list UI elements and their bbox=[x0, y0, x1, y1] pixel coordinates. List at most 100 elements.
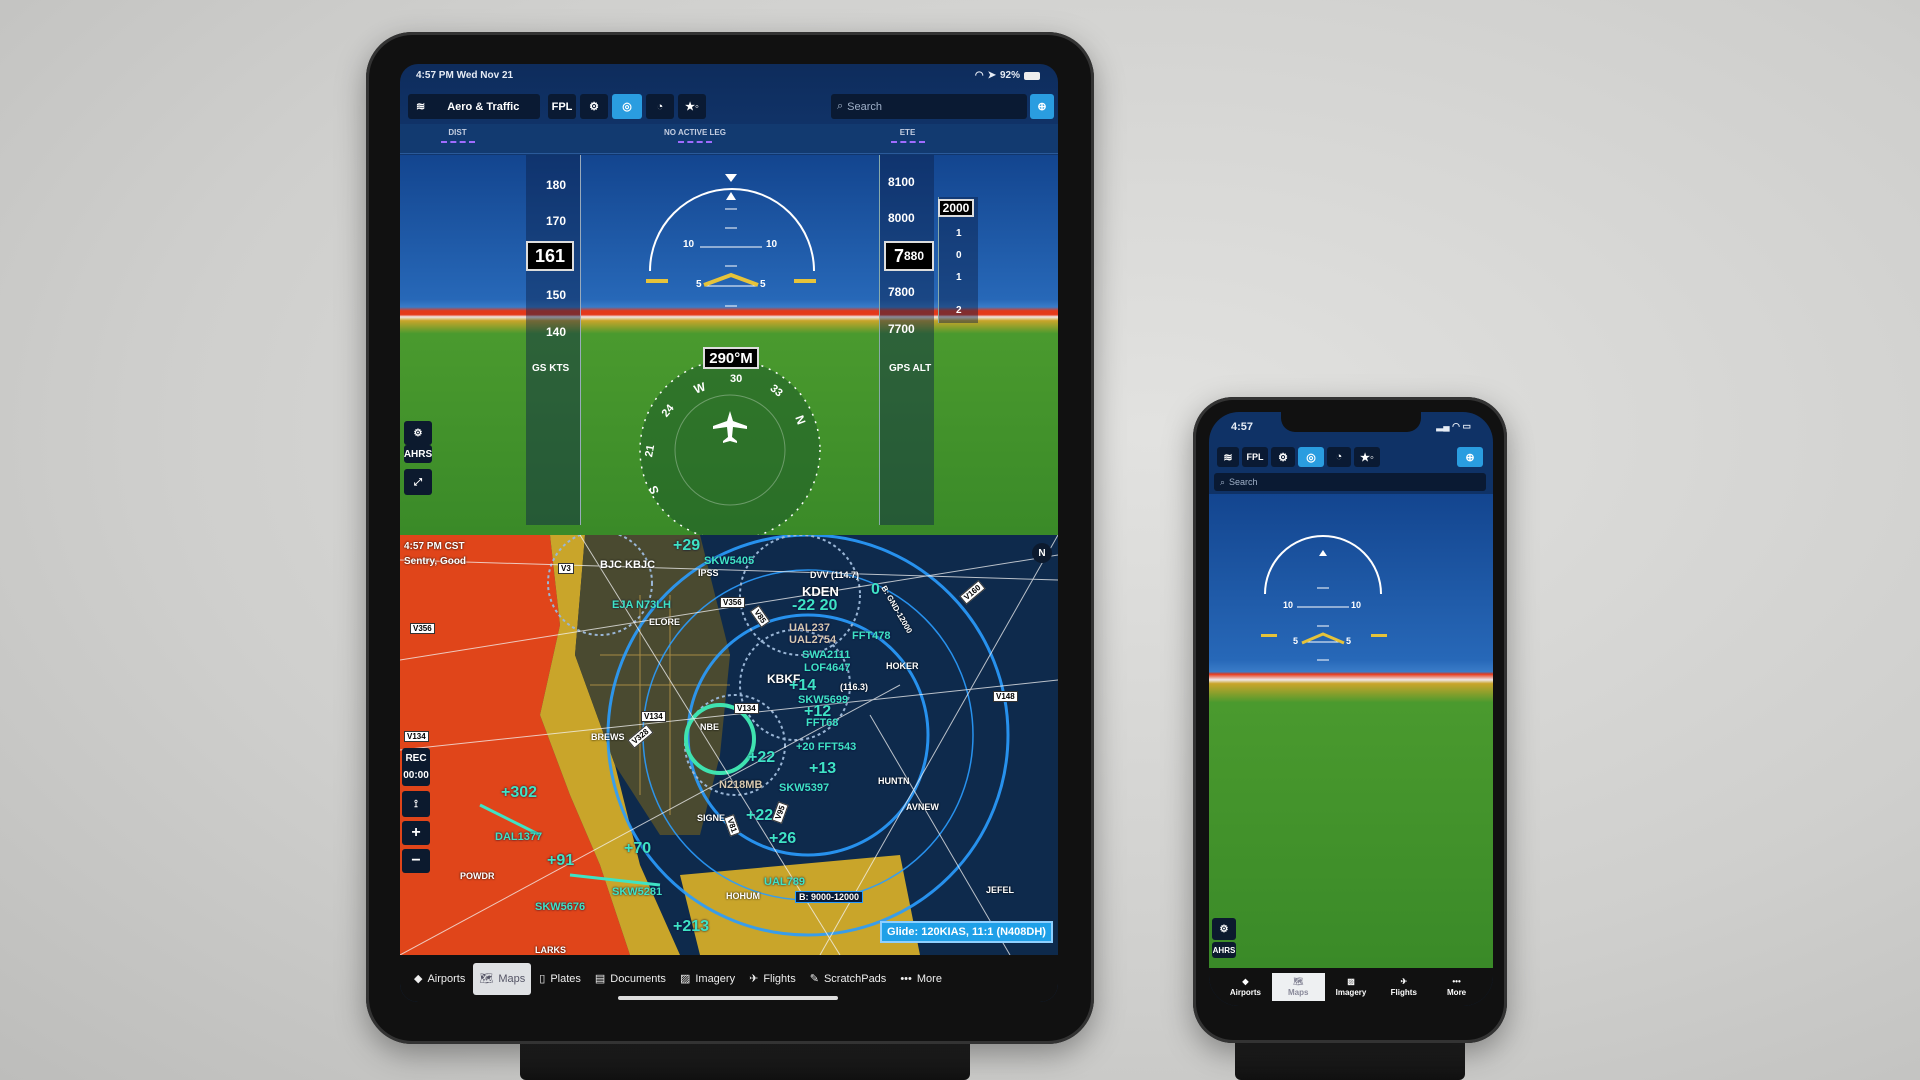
traffic-label: +26 bbox=[769, 830, 797, 847]
waypoint-label: ELORE bbox=[649, 617, 681, 627]
airway-label: V356 bbox=[410, 623, 435, 634]
imagery-icon: ▨ bbox=[679, 973, 691, 985]
phone-tab-bar: ◆ Airports 🗺︎ Maps ▨ Imagery ✈ Flights ••• Mo… bbox=[1209, 968, 1493, 1006]
airport-icon: ◆ bbox=[414, 973, 423, 985]
north-up-button[interactable]: N bbox=[1032, 543, 1052, 563]
crosshair-icon: ⊕ bbox=[1465, 451, 1475, 464]
traffic-label: +70 bbox=[624, 840, 652, 857]
star-clock-icon: ★◦ bbox=[685, 101, 699, 113]
tab-label: Imagery bbox=[695, 972, 736, 985]
tab-label: Imagery bbox=[1335, 988, 1367, 997]
tab-maps[interactable]: 🗺︎ Maps bbox=[473, 962, 532, 995]
tab-imagery[interactable]: ▨ Imagery bbox=[674, 963, 741, 995]
search-icon: ⌕ bbox=[837, 100, 844, 112]
wifi-icon: ◠ bbox=[974, 70, 984, 81]
home-indicator bbox=[618, 996, 838, 1000]
document-icon: ▤ bbox=[594, 973, 606, 985]
sv-settings-button[interactable]: ⚙ bbox=[1212, 918, 1236, 940]
globe-icon: ◎ bbox=[1306, 451, 1316, 464]
tab-label: Flights bbox=[1390, 988, 1417, 997]
vor-label: DVV (114.7) bbox=[810, 570, 860, 580]
traffic-label: SKW5397 bbox=[779, 782, 830, 794]
settings-button[interactable]: ⚙ bbox=[1271, 447, 1295, 467]
alt-tick: 7700 bbox=[888, 322, 915, 336]
center-location-button[interactable]: ⊕ bbox=[1457, 447, 1483, 467]
tab-flights[interactable]: ✈ Flights bbox=[1377, 973, 1430, 1001]
center-location-button[interactable]: ⊕ bbox=[1030, 94, 1054, 119]
traffic-label: N218MB bbox=[719, 779, 763, 791]
moving-map[interactable]: 4:57 PM CST Sentry, Good V3 V356 BJC KBJ… bbox=[400, 535, 1058, 955]
tab-airports[interactable]: ◆ Airports bbox=[1219, 973, 1272, 1001]
route-icon: ⟟ bbox=[414, 798, 418, 810]
rec-time: 00:00 bbox=[403, 770, 429, 781]
vsi-tick: 1 bbox=[956, 228, 962, 239]
layer-selector-label: Aero & Traffic bbox=[447, 100, 520, 113]
alt-tick: 8000 bbox=[888, 211, 915, 225]
ahrs-button[interactable]: AHRS bbox=[1212, 942, 1236, 958]
tab-scratchpads[interactable]: ✎ ScratchPads bbox=[804, 963, 893, 995]
nav-ete: ETE bbox=[890, 128, 925, 143]
pitch-10-right: 10 bbox=[1351, 600, 1362, 610]
tab-label: Documents bbox=[610, 972, 666, 985]
battery-percent: 92% bbox=[999, 70, 1020, 81]
traffic-label: +213 bbox=[673, 918, 710, 935]
layers-button[interactable]: ≋ bbox=[1217, 447, 1239, 467]
tab-more[interactable]: ••• More bbox=[894, 963, 948, 995]
waypoint-label: HUNTN bbox=[878, 776, 910, 786]
record-button[interactable]: REC 00:00 bbox=[402, 748, 430, 786]
zoom-in-button[interactable]: + bbox=[402, 821, 430, 845]
glide-advisory: Glide: 120KIAS, 11:1 (N408DH) bbox=[880, 921, 1053, 943]
airspeed-tape bbox=[526, 155, 581, 525]
route-button[interactable]: ⟟ bbox=[402, 791, 430, 817]
nav-dist: DIST bbox=[440, 128, 475, 143]
waypoint-label: HOHUM bbox=[726, 891, 760, 901]
synthetic-vision-button[interactable]: ◎ bbox=[612, 94, 642, 119]
waypoint-label: HOKER bbox=[886, 661, 919, 671]
tablet-screen: 4:57 PM Wed Nov 21 ◠ ➤ 92% ≋ Aero & Traffic… bbox=[400, 64, 1058, 1002]
instruments-button[interactable]: ◔ bbox=[1327, 447, 1351, 467]
traffic-label: +20 FFT543 bbox=[796, 741, 857, 753]
tab-flights[interactable]: ✈ Flights bbox=[743, 963, 802, 995]
traffic-label: SKW5676 bbox=[535, 901, 586, 913]
tab-maps[interactable]: 🗺︎ Maps bbox=[1271, 973, 1325, 1001]
layers-button[interactable]: ≋ Aero & Traffic bbox=[408, 94, 540, 119]
status-time: 4:57 bbox=[1231, 421, 1254, 433]
favorites-button[interactable]: ★◦ bbox=[1354, 447, 1380, 467]
settings-button[interactable]: ⚙ bbox=[580, 94, 608, 119]
gauge-icon: ◔ bbox=[656, 100, 664, 113]
airway-label: V148 bbox=[993, 691, 1018, 702]
layers-icon: ≋ bbox=[1223, 451, 1233, 464]
tab-plates[interactable]: ▯ Plates bbox=[533, 963, 587, 995]
sv-settings-button[interactable]: ⚙ bbox=[404, 421, 432, 445]
fullscreen-button[interactable]: ⤢ bbox=[404, 469, 432, 495]
fpl-button[interactable]: FPL bbox=[548, 94, 576, 119]
instruments-button[interactable]: ◔ bbox=[646, 94, 674, 119]
north-icon: N bbox=[1038, 547, 1046, 559]
favorites-button[interactable]: ★◦ bbox=[678, 94, 706, 119]
ahrs-button[interactable]: AHRS bbox=[404, 445, 432, 463]
tab-documents[interactable]: ▤ Documents bbox=[589, 963, 672, 995]
tab-imagery[interactable]: ▨ Imagery bbox=[1325, 973, 1378, 1001]
traffic-label: LOF4647 bbox=[804, 662, 851, 674]
traffic-label: SWA2111 bbox=[802, 649, 851, 661]
synthetic-vision-view: 10 10 5 5 180 170 150 140 161 GS KTS 810… bbox=[400, 155, 1058, 535]
zoom-out-button[interactable]: − bbox=[402, 849, 430, 873]
traffic-label: FFT68 bbox=[806, 717, 839, 729]
search-input[interactable]: ⌕ Search bbox=[831, 94, 1027, 119]
synthetic-vision-button[interactable]: ◎ bbox=[1298, 447, 1324, 467]
search-input[interactable]: ⌕ Search bbox=[1214, 473, 1486, 491]
search-placeholder: Search bbox=[847, 100, 883, 113]
vsi-readout: 2000 bbox=[938, 199, 974, 217]
tab-more[interactable]: ••• More bbox=[1430, 973, 1483, 1001]
fpl-button[interactable]: FPL bbox=[1242, 447, 1268, 467]
tab-airports[interactable]: ◆ Airports bbox=[408, 963, 471, 995]
gear-icon: ⚙ bbox=[1219, 923, 1229, 935]
search-placeholder: Search bbox=[1229, 477, 1258, 487]
airport-label: NBE bbox=[700, 722, 720, 732]
tab-label: Maps bbox=[1287, 988, 1309, 997]
pencil-icon: ✎ bbox=[809, 973, 819, 985]
tab-label: Plates bbox=[550, 972, 581, 985]
dots-icon: ••• bbox=[900, 972, 912, 985]
alt-thousands: 7 bbox=[893, 245, 904, 266]
layers-icon: ≋ bbox=[416, 101, 426, 113]
